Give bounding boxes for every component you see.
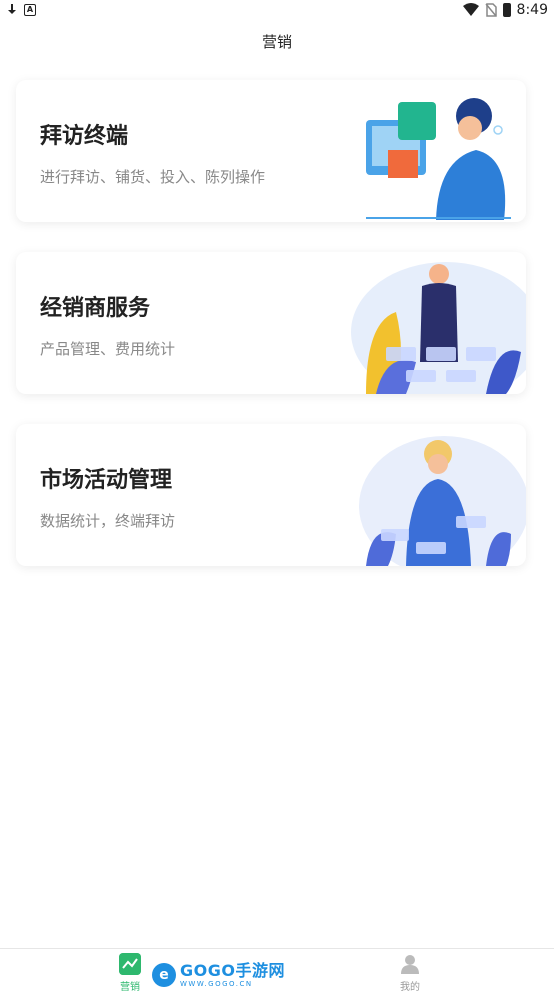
user-icon xyxy=(401,955,419,974)
tab-label: 营销 xyxy=(120,982,140,993)
watermark-sub-text: WWW.GOGO.CN xyxy=(180,979,253,988)
status-time: 8:49 xyxy=(516,2,548,18)
trend-chart-icon xyxy=(119,953,141,975)
watermark-logo-icon: e xyxy=(152,963,176,987)
card-description: 数据统计，终端拜访 xyxy=(40,512,176,530)
market-activity-illustration xyxy=(359,436,526,566)
wifi-icon xyxy=(462,3,479,16)
main-content: 拜访终端 进行拜访、铺货、投入、陈列操作 经销商服务 产品管理、费用统计 市场活… xyxy=(0,62,554,948)
card-market-activity[interactable]: 市场活动管理 数据统计，终端拜访 xyxy=(16,424,526,566)
card-dealer-service[interactable]: 经销商服务 产品管理、费用统计 xyxy=(16,252,526,394)
page-title: 营销 xyxy=(261,32,292,51)
page-header: 营销 xyxy=(0,20,554,62)
tab-label: 我的 xyxy=(400,982,420,993)
tab-marketing[interactable]: 营销 xyxy=(100,953,160,996)
download-icon xyxy=(6,4,18,16)
card-visit-terminal[interactable]: 拜访终端 进行拜访、铺货、投入、陈列操作 xyxy=(16,80,526,222)
visit-terminal-illustration xyxy=(366,98,511,220)
watermark-main-text: GOGO手游网 xyxy=(180,960,285,980)
app-notification-icon: A xyxy=(24,4,36,16)
card-title: 拜访终端 xyxy=(40,124,129,149)
card-description: 产品管理、费用统计 xyxy=(40,340,176,358)
dealer-service-illustration xyxy=(351,262,526,394)
card-description: 进行拜访、铺货、投入、陈列操作 xyxy=(40,168,266,186)
card-title: 市场活动管理 xyxy=(40,468,173,493)
status-bar: A 8:49 xyxy=(0,0,554,20)
card-title: 经销商服务 xyxy=(40,296,151,321)
watermark: e GOGO手游网 WWW.GOGO.CN xyxy=(152,958,285,992)
tab-mine[interactable]: 我的 xyxy=(380,953,440,996)
battery-icon xyxy=(502,3,511,17)
no-sim-icon xyxy=(484,3,497,17)
